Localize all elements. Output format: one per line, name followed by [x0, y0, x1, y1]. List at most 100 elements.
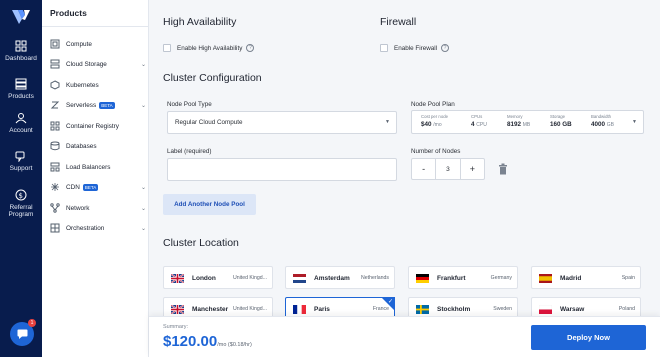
compute-icon: [50, 39, 60, 49]
chat-button[interactable]: 1: [10, 319, 36, 346]
location-card-frankfurt[interactable]: Frankfurt Germany: [408, 266, 518, 289]
orchestration-icon: [50, 223, 60, 233]
products-sidebar: Products Compute Cloud Storage ⌄ Kuberne…: [42, 0, 149, 357]
sidebar-item-container-registry[interactable]: Container Registry: [50, 119, 146, 133]
sidebar-item-label: Compute: [66, 40, 92, 48]
pl-flag-icon: [539, 305, 552, 314]
sidebar-item-label: Serverless: [66, 101, 97, 109]
es-flag-icon: [539, 274, 552, 283]
rail-item-dashboard[interactable]: Dashboard: [0, 40, 42, 62]
firewall-checkbox-label: Enable Firewall: [394, 44, 438, 52]
plan-bw-unit: GB: [606, 122, 614, 128]
sidebar-item-label: Orchestration: [66, 224, 105, 232]
pool-plan-select[interactable]: Cost per node $40 /mo CPUs 4 CPU Memory …: [411, 110, 644, 134]
plan-cost-value: $40: [421, 121, 432, 128]
plan-sto-value: 160 GB: [550, 121, 572, 128]
location-city: Stockholm: [437, 306, 471, 313]
plan-cpu-key: CPUs: [471, 114, 483, 119]
location-city: Madrid: [560, 275, 582, 282]
firewall-title: Firewall: [380, 16, 417, 28]
location-card-madrid[interactable]: Madrid Spain: [531, 266, 641, 289]
sidebar-item-kubernetes[interactable]: Kubernetes: [50, 78, 146, 92]
plan-bw-key: Bandwidth: [591, 114, 612, 119]
main-content: High Availability Enable High Availabili…: [149, 0, 660, 357]
sidebar-item-label: Container Registry: [66, 122, 119, 130]
products-icon: [15, 78, 27, 90]
location-country: Poland: [618, 306, 635, 312]
plan-cost-key: Cost per node: [421, 114, 448, 119]
rail-item-referral[interactable]: $ Referral Program: [0, 189, 42, 218]
ha-checkbox-row[interactable]: Enable High Availability ?: [163, 44, 255, 52]
label-input[interactable]: [167, 158, 397, 181]
location-country: United Kingd...: [232, 306, 267, 312]
sidebar-title: Products: [50, 8, 87, 18]
plan-cpu-unit: CPU: [476, 122, 487, 128]
cluster-location-title: Cluster Location: [163, 237, 239, 249]
plan-storage: Storage 160 GB: [550, 114, 572, 128]
summary-price: $120.00/mo ($0.18/hr): [163, 333, 252, 350]
nodes-stepper[interactable]: - 3 +: [411, 158, 485, 180]
location-card-amsterdam[interactable]: Amsterdam Netherlands: [285, 266, 395, 289]
trash-icon[interactable]: [498, 163, 508, 175]
sidebar-item-load-balancers[interactable]: Load Balancers: [50, 160, 146, 174]
pool-plan-label: Node Pool Plan: [411, 101, 455, 108]
cluster-config-title: Cluster Configuration: [163, 72, 262, 84]
sidebar-item-databases[interactable]: Databases: [50, 139, 146, 153]
ha-checkbox[interactable]: [163, 44, 171, 52]
serverless-icon: [50, 101, 60, 109]
chevron-down-icon: ⌄: [140, 61, 146, 68]
plan-cost-unit: /mo: [433, 122, 442, 128]
summary-price-value: $120.00: [163, 333, 218, 350]
location-city: Manchester: [192, 306, 229, 313]
plan-mem-key: Memory: [507, 114, 523, 119]
sidebar-item-label: Load Balancers: [66, 163, 111, 171]
add-node-pool-button[interactable]: Add Another Node Pool: [163, 194, 256, 215]
location-city: Frankfurt: [437, 275, 466, 282]
rail-item-account[interactable]: Account: [0, 112, 42, 134]
storage-icon: [50, 59, 60, 69]
sidebar-item-network[interactable]: Network ⌄: [50, 201, 146, 215]
ha-checkbox-label: Enable High Availability: [177, 44, 243, 52]
nodes-label: Number of Nodes: [411, 148, 461, 155]
beta-badge: BETA: [99, 101, 115, 109]
database-icon: [50, 141, 60, 151]
rail-label: Support: [9, 165, 33, 172]
sidebar-item-cloud-storage[interactable]: Cloud Storage ⌄: [50, 57, 146, 71]
help-icon[interactable]: ?: [441, 44, 450, 52]
nodes-increment-button[interactable]: +: [461, 159, 484, 179]
summary-period: /mo ($0.18/hr): [217, 342, 252, 348]
app-rail: Dashboard Products Account Support $ Ref…: [0, 0, 42, 357]
rail-item-products[interactable]: Products: [0, 78, 42, 100]
location-city: Amsterdam: [314, 275, 350, 282]
caret-down-icon: ▼: [385, 119, 390, 125]
firewall-checkbox[interactable]: [380, 44, 388, 52]
firewall-checkbox-row[interactable]: Enable Firewall ?: [380, 44, 450, 52]
location-card-london[interactable]: London United Kingd...: [163, 266, 273, 289]
pool-type-select[interactable]: Regular Cloud Compute ▼: [167, 111, 397, 134]
vultr-logo[interactable]: [11, 7, 31, 27]
sidebar-item-compute[interactable]: Compute: [50, 37, 146, 51]
sidebar-item-label: Databases: [66, 142, 97, 150]
nl-flag-icon: [293, 274, 306, 283]
ha-title: High Availability: [163, 16, 237, 28]
plan-bw-value: 4000: [591, 121, 606, 128]
rail-label: Referral: [9, 204, 33, 211]
sidebar-item-orchestration[interactable]: Orchestration ⌄: [50, 221, 146, 235]
sidebar-item-label: Cloud Storage: [66, 60, 107, 68]
nodes-count[interactable]: 3: [435, 159, 461, 179]
divider: [42, 26, 149, 27]
support-icon: [15, 151, 25, 162]
nodes-decrement-button[interactable]: -: [412, 159, 435, 179]
caret-down-icon: ▼: [632, 119, 637, 125]
rail-label: Program: [8, 211, 34, 218]
sidebar-item-label: Network: [66, 204, 90, 212]
pool-type-label: Node Pool Type: [167, 101, 212, 108]
sidebar-item-cdn[interactable]: CDN BETA ⌄: [50, 180, 146, 194]
sidebar-item-serverless[interactable]: Serverless BETA ⌄: [50, 98, 146, 112]
summary-bar: Summary: $120.00/mo ($0.18/hr) Deploy No…: [149, 316, 660, 357]
location-city: London: [192, 275, 216, 282]
deploy-now-button[interactable]: Deploy Now: [531, 325, 646, 350]
help-icon[interactable]: ?: [246, 44, 255, 52]
rail-item-support[interactable]: Support: [0, 150, 42, 172]
pool-type-value: Regular Cloud Compute: [175, 119, 243, 126]
